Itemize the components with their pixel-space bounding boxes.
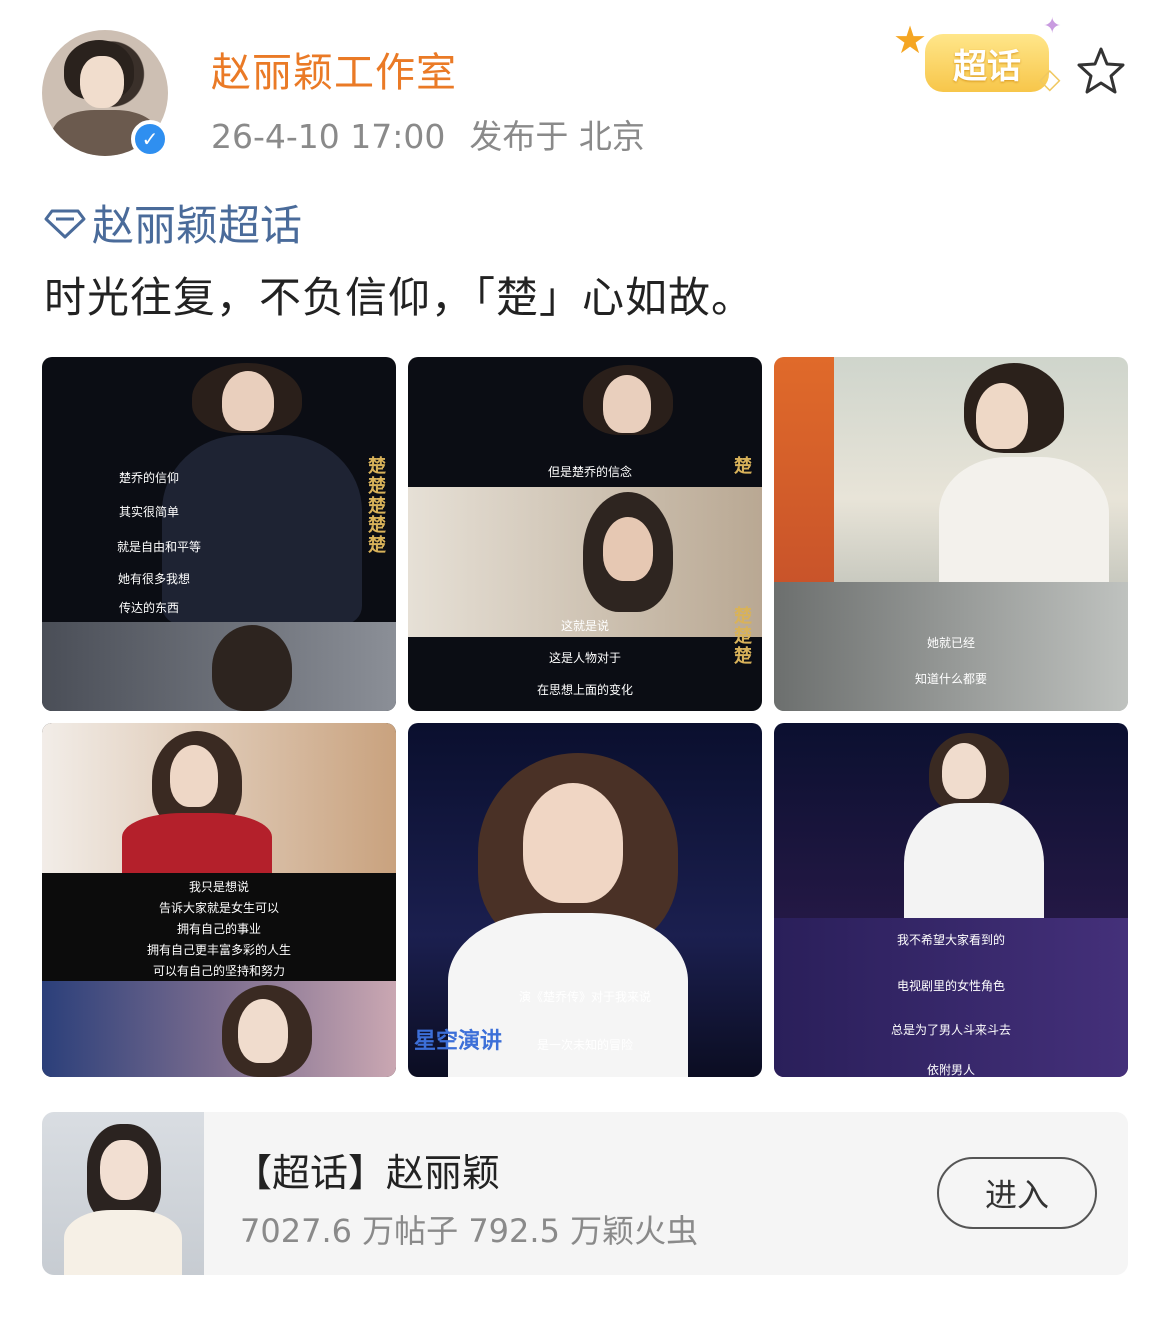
subtitle: 其实很简单: [118, 505, 179, 519]
image-figure-face: [170, 745, 218, 807]
subtitle: 在思想上面的变化: [536, 683, 633, 697]
subtitle: 这就是说: [560, 619, 609, 633]
subtitle: 我只是想说: [188, 880, 249, 894]
image-thumbnail-1[interactable]: 楚乔的信仰 其实很简单 就是自由和平等 她有很多我想 传达的东西 楚楚楚楚楚: [42, 357, 396, 711]
logo-watermark: 楚楚楚楚楚: [368, 456, 386, 557]
subtitle: 传达的东西: [118, 601, 179, 615]
image-lower-panel: [42, 981, 396, 1077]
subtitle: 拥有自己的事业: [176, 922, 261, 936]
post-meta: 26-4-10 17:00 发布于 北京: [211, 110, 645, 158]
chaohua-badge-label: 超话: [925, 34, 1049, 92]
image-figure-body: [939, 457, 1109, 597]
card-stats: 7027.6 万帖子 792.5 万颖火虫: [240, 1212, 699, 1250]
sparkle-icon: ✦: [1043, 14, 1062, 39]
image-grid: 楚乔的信仰 其实很简单 就是自由和平等 她有很多我想 传达的东西 楚楚楚楚楚 但…: [42, 357, 1128, 1077]
thumb-face: [100, 1140, 148, 1200]
topic-link[interactable]: 赵丽颖超话: [44, 192, 302, 253]
avatar-face: [80, 56, 124, 108]
verified-icon: ✓: [131, 120, 169, 158]
enter-button[interactable]: 进入: [937, 1157, 1097, 1229]
subtitle: 依附男人: [926, 1063, 975, 1077]
subtitle: 总是为了男人斗来斗去: [890, 1023, 1011, 1037]
username[interactable]: 赵丽颖工作室: [211, 40, 457, 98]
subtitle: 演《楚乔传》对于我来说: [518, 990, 651, 1004]
super-topic-card[interactable]: 【超话】赵丽颖 7027.6 万帖子 792.5 万颖火虫 进入: [42, 1112, 1128, 1275]
image-thumbnail-2[interactable]: 但是楚乔的信念 这就是说 这是人物对于 在思想上面的变化 楚 楚楚楚: [408, 357, 762, 711]
subtitle: 拥有自己更丰富多彩的人生: [146, 943, 291, 957]
diamond-icon: ◇: [1039, 62, 1061, 95]
subtitle: 电视剧里的女性角色: [896, 979, 1005, 993]
image-figure-face: [523, 783, 623, 903]
subtitle: 她就已经: [926, 636, 975, 650]
favorite-star-icon[interactable]: [1074, 44, 1128, 98]
topic-label: 赵丽颖超话: [92, 201, 303, 250]
image-figure: [212, 625, 292, 711]
logo-watermark: 楚楚楚: [734, 606, 752, 667]
image-figure-body: [122, 813, 272, 873]
subtitle: 告诉大家就是女生可以: [158, 901, 279, 915]
image-figure-face: [603, 517, 653, 581]
card-title: 【超话】赵丽颖: [234, 1151, 501, 1195]
subtitle: 就是自由和平等: [116, 540, 201, 554]
image-figure-face: [942, 743, 986, 799]
diamond-topic-icon: [44, 209, 86, 238]
post-text: 时光往复，不负信仰，「楚」心如故。: [44, 273, 755, 322]
image-thumbnail-6[interactable]: 我不希望大家看到的 电视剧里的女性角色 总是为了男人斗来斗去 依附男人: [774, 723, 1128, 1077]
post-location: 发布于 北京: [469, 117, 645, 156]
subtitle: 楚乔的信仰: [118, 471, 179, 485]
image-thumbnail-5[interactable]: 演《楚乔传》对于我来说 是一次未知的冒险 星空演讲: [408, 723, 762, 1077]
subtitle: 她有很多我想: [117, 572, 190, 586]
subtitle: 但是楚乔的信念: [547, 465, 632, 479]
star-icon: ★: [893, 18, 928, 62]
subtitle: 知道什么都要: [914, 672, 987, 686]
chaohua-badge[interactable]: ★ 超话 ✦ ◇: [893, 14, 1071, 100]
subtitle: 我不希望大家看到的: [896, 933, 1005, 947]
logo-watermark: 楚: [734, 456, 752, 477]
image-thumbnail-4[interactable]: 我只是想说 告诉大家就是女生可以 拥有自己的事业 拥有自己更丰富多彩的人生 可以…: [42, 723, 396, 1077]
image-figure-face: [238, 999, 288, 1063]
card-thumbnail: [42, 1112, 204, 1275]
post-timestamp: 26-4-10 17:00: [211, 117, 446, 156]
stage-text: 星空演讲: [414, 1029, 503, 1054]
subtitle: 这是人物对于: [548, 651, 621, 665]
image-thumbnail-3[interactable]: 她就已经 知道什么都要: [774, 357, 1128, 711]
image-figure-body: [162, 435, 362, 625]
thumb-shirt: [64, 1210, 182, 1275]
image-figure-face: [222, 371, 274, 431]
image-left-strip: [774, 357, 834, 582]
image-figure-face: [976, 383, 1028, 449]
subtitle: 可以有自己的坚持和努力: [152, 964, 285, 978]
image-figure-face: [603, 375, 651, 433]
